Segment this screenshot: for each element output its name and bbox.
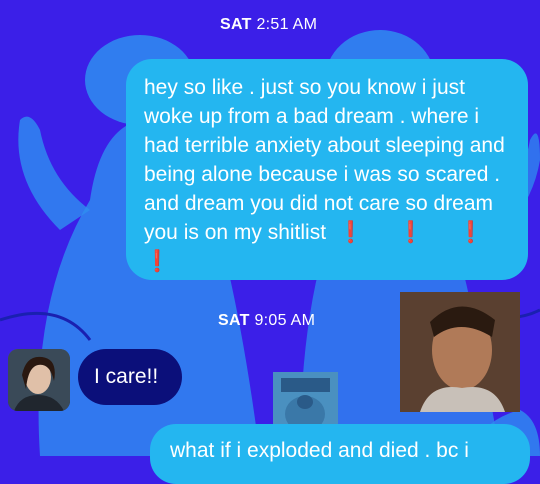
message-text: hey so like . just so you know i just wo… [144,76,505,244]
timestamp-day: SAT [218,312,250,329]
message-text: I care!! [94,365,159,388]
photo-image [400,292,520,412]
message-text: what if i exploded and died . bc i [170,439,469,462]
avatar[interactable] [8,349,70,411]
timestamp: SAT 2:51 AM [220,16,317,34]
shared-photo[interactable] [400,292,520,412]
avatar-image [8,349,70,411]
timestamp: SAT 9:05 AM [218,312,315,330]
incoming-message-bubble[interactable]: I care!! [78,349,182,405]
timestamp-time: 9:05 AM [254,312,316,329]
timestamp-day: SAT [220,16,252,33]
outgoing-message-bubble[interactable]: what if i exploded and died . bc i [150,424,530,484]
outgoing-message-bubble[interactable]: hey so like . just so you know i just wo… [126,59,528,280]
timestamp-time: 2:51 AM [256,16,318,33]
